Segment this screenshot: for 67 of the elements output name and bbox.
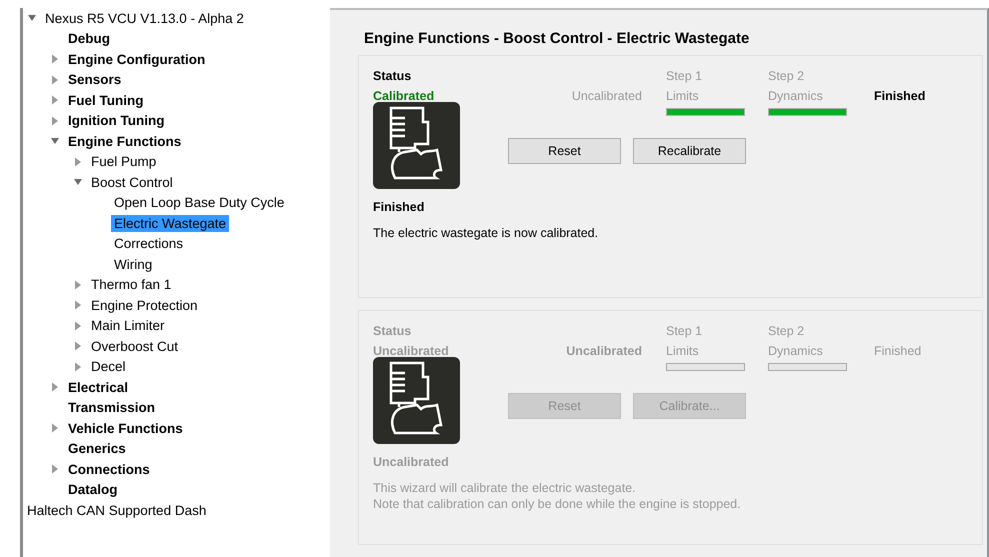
stage-label: Uncalibrated — [566, 342, 642, 360]
expand-arrow-icon[interactable] — [50, 54, 60, 64]
expand-arrow-icon[interactable] — [50, 74, 60, 85]
step-number: Step 1 — [666, 322, 704, 340]
tree-item[interactable]: Fuel Tuning — [65, 92, 146, 109]
step-number: Step 1 — [666, 68, 704, 85]
expand-arrow-icon[interactable] — [73, 320, 83, 331]
collapse-arrow-icon[interactable] — [27, 13, 37, 24]
stage-label: Finished — [874, 342, 922, 360]
tree-item[interactable]: Engine Functions — [65, 132, 184, 150]
expand-arrow-icon[interactable] — [50, 423, 60, 434]
wizard-caption: Uncalibrated — [373, 454, 450, 471]
expand-arrow-icon[interactable] — [50, 95, 60, 106]
collapse-arrow-icon[interactable] — [50, 136, 60, 146]
tree-item[interactable]: Datalog — [65, 481, 121, 498]
step-label: Limits — [666, 88, 700, 105]
expand-arrow-icon[interactable] — [73, 341, 83, 352]
tree-item[interactable]: Vehicle Functions — [65, 420, 186, 437]
step-number: Step 2 — [768, 322, 806, 340]
tree-item[interactable]: Generics — [65, 440, 129, 458]
step-label: Limits — [666, 342, 700, 360]
wizard-message: Note that calibration can only be done while the engine is stopped. — [373, 496, 742, 512]
page-title: Engine Functions - Boost Control - Electric Wastegate — [364, 30, 750, 47]
tree-item[interactable]: Electric Wastegate — [111, 214, 230, 232]
expand-arrow-icon[interactable] — [73, 280, 83, 290]
tree-item[interactable]: Transmission — [65, 399, 158, 416]
step-label: Dynamics — [768, 88, 824, 105]
tree-item[interactable]: Engine Protection — [88, 296, 201, 314]
wizard-message: This wizard will calibrate the electric wastegate. — [373, 480, 637, 496]
expand-arrow-icon[interactable] — [73, 362, 83, 372]
tree-item[interactable]: Decel — [88, 358, 129, 376]
tree-item[interactable]: Main Limiter — [88, 317, 168, 334]
tree-item[interactable]: Fuel Pump — [88, 153, 160, 170]
tree-item[interactable]: Overboost Cut — [88, 338, 182, 355]
status-label: Status — [373, 322, 412, 340]
tree-item[interactable]: Sensors — [65, 71, 124, 88]
tree-item[interactable]: Nexus R5 VCU V1.13.0 - Alpha 2 — [42, 10, 247, 27]
tree-item[interactable]: Boost Control — [88, 174, 176, 191]
tree-item[interactable]: Thermo fan 1 — [88, 276, 174, 294]
wizard-caption: Finished — [373, 199, 426, 216]
expand-arrow-icon[interactable] — [50, 464, 60, 474]
expand-arrow-icon[interactable] — [50, 116, 60, 126]
tree-item[interactable]: Connections — [65, 460, 153, 478]
tree-item[interactable]: Ignition Tuning — [65, 112, 168, 130]
actuator-icon — [373, 356, 460, 444]
collapse-arrow-icon[interactable] — [73, 177, 83, 188]
wizard-button[interactable]: Reset — [508, 138, 621, 164]
step-label: Dynamics — [768, 342, 824, 360]
tree-item[interactable]: Haltech CAN Supported Dash — [24, 502, 210, 519]
status-value: Calibrated — [373, 88, 436, 105]
status-value: Uncalibrated — [373, 342, 450, 360]
tree-item[interactable]: Wiring — [111, 256, 156, 273]
tree-item[interactable]: Debug — [65, 30, 113, 48]
step-number: Step 2 — [768, 68, 806, 85]
wizard-button[interactable]: Recalibrate — [633, 138, 746, 164]
wizard-message: The electric wastegate is now calibrated. — [373, 225, 600, 241]
stage-label: Finished — [874, 88, 926, 105]
expand-arrow-icon[interactable] — [50, 382, 60, 392]
tree-item[interactable]: Electrical — [65, 378, 132, 396]
expand-arrow-icon[interactable] — [73, 300, 83, 310]
tree-item[interactable]: Open Loop Base Duty Cycle — [111, 194, 288, 212]
actuator-icon — [373, 102, 460, 189]
status-label: Status — [373, 68, 412, 85]
tree-item[interactable]: Engine Configuration — [65, 50, 208, 68]
stage-label: Uncalibrated — [572, 88, 642, 105]
expand-arrow-icon[interactable] — [73, 156, 83, 167]
tree-item[interactable]: Corrections — [111, 235, 186, 252]
